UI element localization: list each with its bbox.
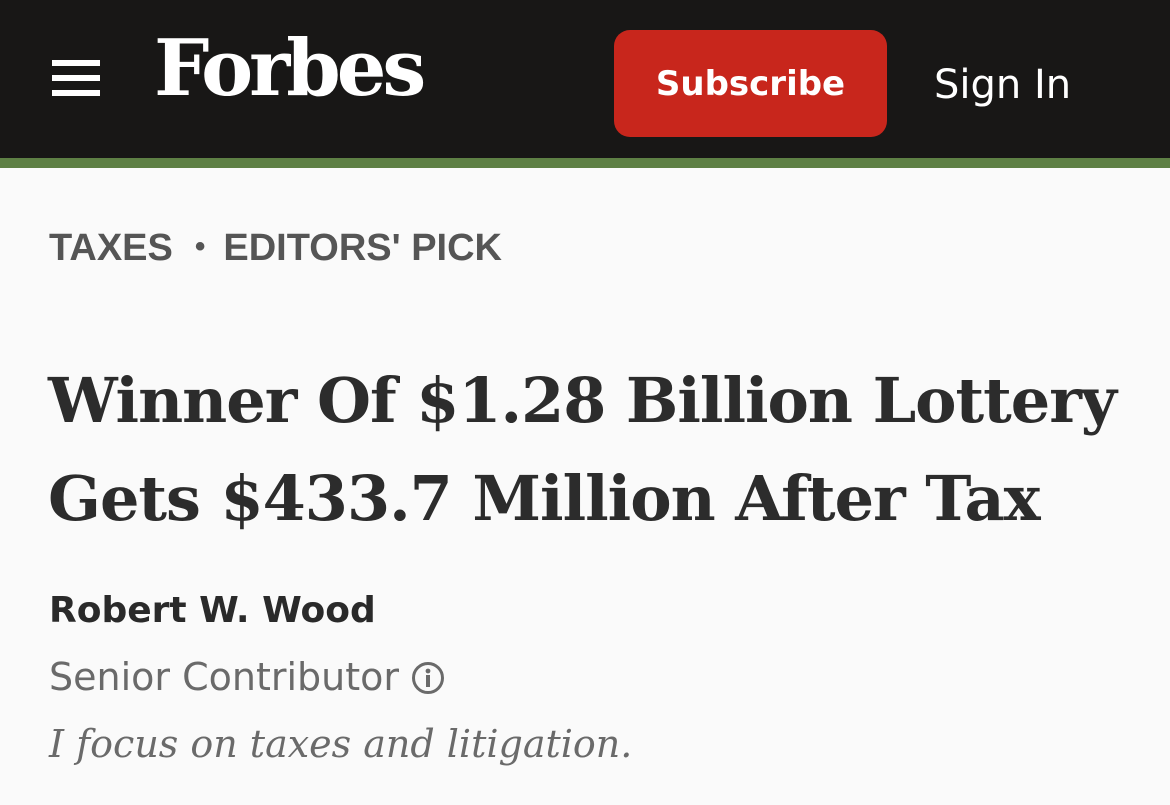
category-separator: • xyxy=(194,230,206,263)
top-navigation-bar: Forbes Subscribe Sign In xyxy=(0,0,1170,158)
info-icon[interactable] xyxy=(411,660,445,694)
author-bio: I focus on taxes and litigation. xyxy=(49,722,633,766)
menu-line xyxy=(52,90,100,96)
sign-in-link[interactable]: Sign In xyxy=(934,60,1071,110)
category-editors-pick[interactable]: EDITORS' PICK xyxy=(223,227,502,269)
author-name[interactable]: Robert W. Wood xyxy=(49,590,376,631)
category-taxes[interactable]: TAXES xyxy=(49,227,173,269)
subscribe-button[interactable]: Subscribe xyxy=(614,30,887,137)
forbes-logo[interactable]: Forbes xyxy=(154,24,426,114)
author-role-label: Senior Contributor xyxy=(49,655,400,699)
article-categories: TAXES • EDITORS' PICK xyxy=(49,224,502,271)
hamburger-menu-icon[interactable] xyxy=(52,58,102,100)
menu-line xyxy=(52,60,100,66)
author-role: Senior Contributor xyxy=(49,655,445,699)
header-accent-divider xyxy=(0,158,1170,168)
menu-line xyxy=(52,75,100,81)
article-headline: Winner Of $1.28 Billion Lottery Gets $43… xyxy=(48,364,1117,535)
